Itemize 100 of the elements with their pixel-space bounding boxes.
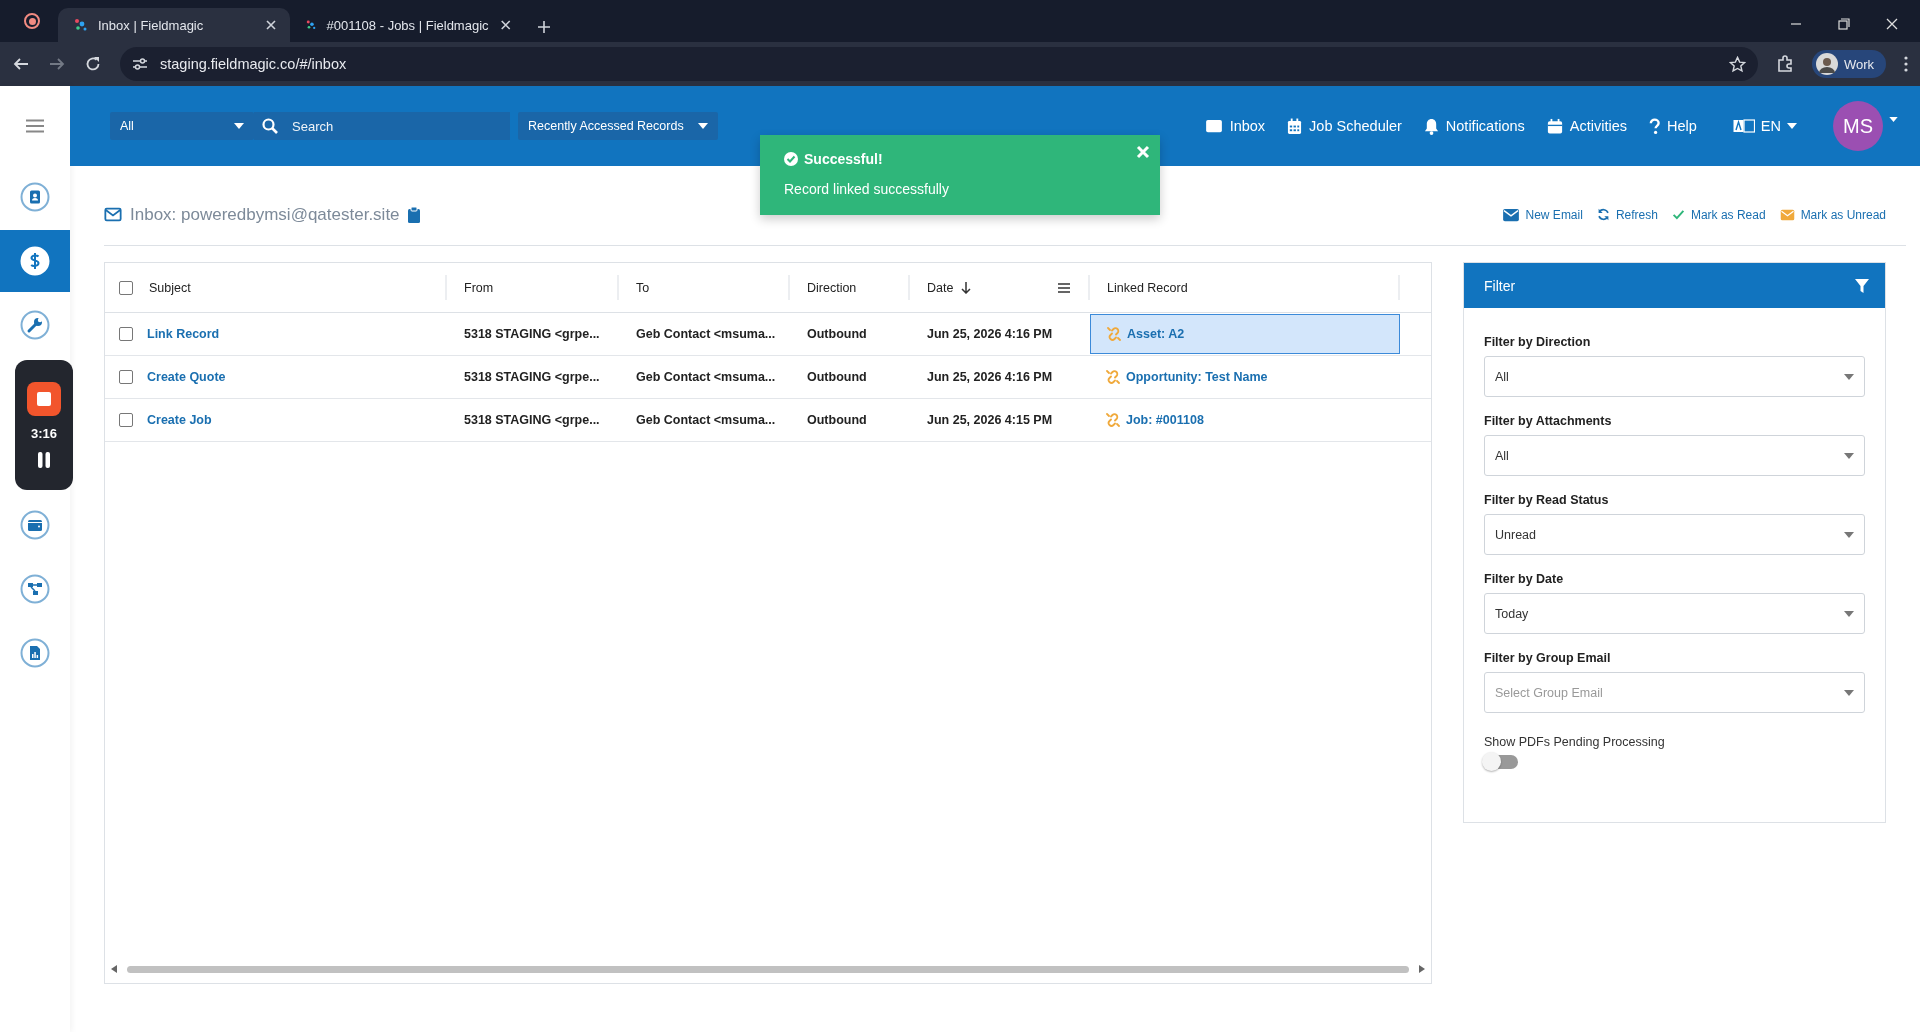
filter-dropdown[interactable]: Select Group Email: [1484, 672, 1865, 713]
caret-icon[interactable]: [1889, 116, 1898, 122]
field-label: Filter by Direction: [1484, 335, 1592, 349]
translate-icon: [1732, 119, 1755, 133]
row-checkbox[interactable]: [119, 370, 133, 384]
filter-dropdown[interactable]: Unread: [1484, 514, 1865, 555]
table-cell-text: Jun 25, 2026 4:16 PM: [926, 369, 1054, 386]
table-cell-text: Jun 25, 2026 4:15 PM: [926, 412, 1054, 429]
table-cell-text: Outbound: [806, 326, 868, 343]
table-cell-text: Outbound: [806, 412, 868, 429]
user-avatar[interactable]: MS: [1833, 101, 1883, 151]
column-menu-icon[interactable]: [1058, 282, 1070, 293]
clipboard-icon[interactable]: [407, 206, 420, 223]
table-cell-text: 5318 STAGING <grpe...: [463, 326, 601, 343]
row-checkbox[interactable]: [119, 413, 133, 427]
toast-message: Record linked successfully: [784, 181, 950, 197]
refresh-icon: [1596, 208, 1610, 221]
browser-tab[interactable]: #001108 - Jobs | Fieldmagic: [290, 8, 522, 42]
toolbar-link[interactable]: New Email: [1501, 207, 1583, 222]
nav-link[interactable]: Activities: [1546, 117, 1627, 135]
sidebar-item[interactable]: [0, 230, 70, 292]
wrench-icon: [20, 310, 50, 340]
favicon-icon: [74, 18, 88, 32]
toolbar-link[interactable]: Refresh: [1596, 207, 1658, 222]
bell-icon: [1423, 117, 1439, 135]
restore-icon[interactable]: [1838, 18, 1850, 30]
inbox-title: Inbox: poweredbymsi@qatester.site: [130, 204, 400, 225]
toggle-switch[interactable]: [1484, 755, 1518, 769]
subject-link[interactable]: Link Record: [147, 327, 220, 341]
table-cell-text: 5318 STAGING <grpe...: [463, 412, 601, 429]
pause-icon[interactable]: [37, 450, 51, 469]
hierarchy-icon: [20, 574, 50, 604]
subject-link[interactable]: Create Quote: [147, 370, 226, 384]
select-all-checkbox[interactable]: [119, 280, 133, 295]
broken-link-icon: [1107, 327, 1121, 341]
linked-record-link[interactable]: Opportunity: Test Name: [1126, 370, 1268, 384]
toolbar-link[interactable]: Mark as Unread: [1779, 207, 1886, 222]
table-cell-text: Geb Contact <msuma...: [635, 412, 777, 429]
toolbar-link[interactable]: Mark as Read: [1671, 207, 1766, 222]
column-header[interactable]: Direction: [807, 280, 857, 295]
caret-icon: [1787, 123, 1797, 129]
filter-dropdown[interactable]: All: [1484, 356, 1865, 397]
broken-link-icon: [1106, 370, 1120, 384]
linked-record-link[interactable]: Job: #001108: [1126, 413, 1204, 427]
field-label: Filter by Read Status: [1484, 493, 1610, 507]
toast-title: Successful!: [804, 151, 883, 167]
subject-link[interactable]: Create Job: [147, 413, 212, 427]
sort-down-icon[interactable]: [961, 281, 972, 294]
report-icon: [20, 638, 50, 668]
close-icon[interactable]: [498, 19, 512, 31]
recording-time: 3:16: [31, 425, 57, 441]
scroll-right-icon[interactable]: [1419, 965, 1425, 973]
column-header[interactable]: From: [464, 280, 494, 295]
nav-link[interactable]: Help: [1649, 117, 1697, 135]
column-header[interactable]: Date: [927, 280, 954, 295]
star-icon[interactable]: [1728, 55, 1746, 73]
dollar-icon: [20, 246, 50, 276]
table-cell-text: Geb Contact <msuma...: [635, 326, 777, 343]
filter-icon[interactable]: [1855, 278, 1869, 293]
broken-link-icon: [1106, 413, 1120, 427]
column-header[interactable]: To: [636, 280, 650, 295]
filter-dropdown[interactable]: Today: [1484, 593, 1865, 634]
close-icon[interactable]: [1886, 18, 1898, 30]
more-icon[interactable]: [1904, 56, 1908, 72]
browser-tab[interactable]: Inbox | Fieldmagic: [58, 8, 290, 42]
row-checkbox[interactable]: [119, 327, 133, 341]
filter-dropdown[interactable]: All: [1484, 435, 1865, 476]
nav-link[interactable]: Notifications: [1423, 117, 1525, 135]
wallet-icon: [20, 510, 50, 540]
calendar-icon: [1287, 117, 1303, 135]
profile-button[interactable]: Work: [1811, 50, 1886, 78]
selected-cell[interactable]: Asset: A2: [1090, 314, 1400, 354]
nav-link[interactable]: Inbox: [1204, 118, 1266, 134]
table-cell-text: Geb Contact <msuma...: [635, 369, 777, 386]
menu-icon[interactable]: [26, 119, 44, 133]
reload-icon[interactable]: [84, 55, 102, 73]
search-icon: [262, 118, 278, 134]
linked-record-link[interactable]: Asset: A2: [1127, 327, 1185, 341]
caret-icon: [1844, 531, 1854, 538]
site-settings-icon[interactable]: [132, 57, 148, 71]
check-icon: [1671, 208, 1685, 221]
table-cell-text: Jun 25, 2026 4:16 PM: [926, 326, 1054, 343]
record-icon[interactable]: [24, 13, 40, 29]
nav-link[interactable]: Job Scheduler: [1287, 117, 1402, 135]
column-header[interactable]: Subject: [149, 280, 191, 295]
calendar-icon: [1546, 117, 1563, 135]
caret-icon: [234, 123, 244, 129]
panel-header: Filter: [1464, 263, 1885, 308]
table-cell-text: 5318 STAGING <grpe...: [463, 369, 601, 386]
column-header[interactable]: Linked Record: [1107, 280, 1188, 295]
extensions-icon[interactable]: [1775, 55, 1794, 73]
scope-dropdown[interactable]: All: [110, 112, 254, 140]
language-dropdown[interactable]: EN: [1732, 118, 1797, 134]
address-bar[interactable]: staging.fieldmagic.co/#/inbox: [120, 47, 1758, 81]
search-field[interactable]: Search: [254, 112, 510, 140]
scroll-left-icon[interactable]: [111, 965, 117, 973]
caret-icon: [1844, 610, 1854, 617]
caret-icon: [1844, 373, 1854, 380]
stop-button[interactable]: [27, 381, 61, 416]
recent-records-dropdown[interactable]: Recently Accessed Records: [518, 112, 718, 140]
